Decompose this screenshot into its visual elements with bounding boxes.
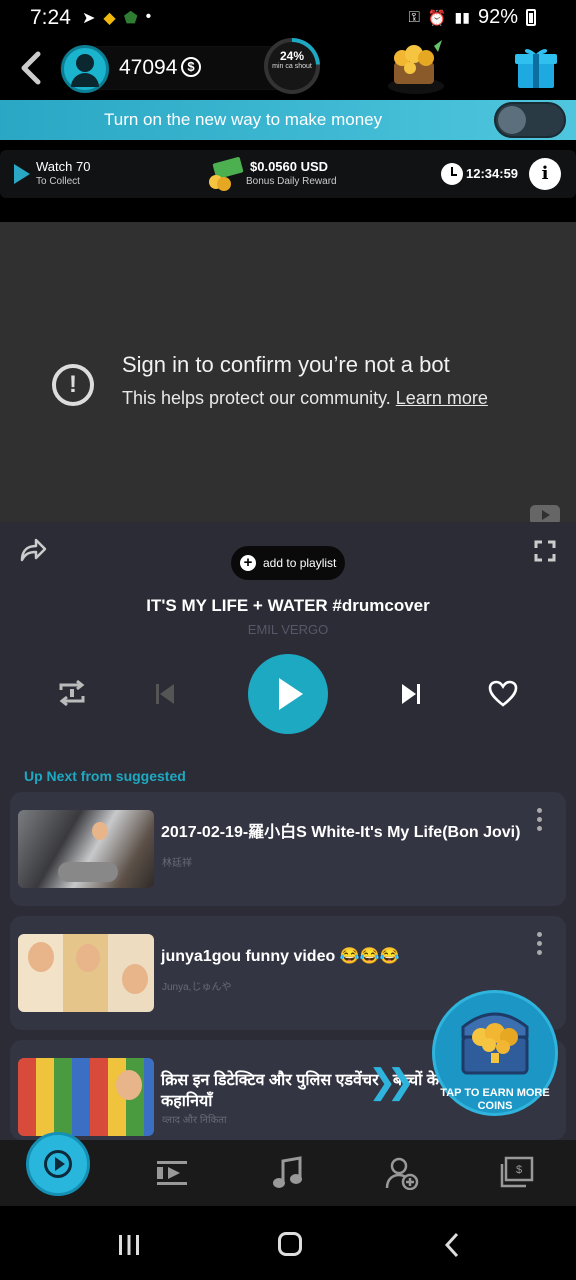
music-note-icon — [273, 1156, 302, 1188]
share-icon[interactable] — [18, 536, 48, 564]
nav-videos[interactable] — [154, 1156, 190, 1190]
chevron-left-icon — [21, 51, 41, 85]
more-options-icon[interactable] — [534, 932, 544, 958]
battery-text: 92% — [477, 6, 518, 28]
nav-player[interactable] — [26, 1132, 90, 1196]
like-button[interactable] — [488, 680, 518, 708]
watch-count: Watch 70 — [36, 159, 91, 174]
make-money-banner[interactable]: Turn on the new way to make money — [0, 100, 576, 140]
play-small-icon — [14, 164, 30, 184]
add-to-playlist-label: add to playlist — [263, 556, 337, 570]
avatar[interactable] — [61, 45, 109, 93]
key-icon: ⚿ — [408, 9, 420, 26]
gift-icon[interactable] — [512, 42, 560, 92]
bonus-label: Bonus Daily Reward — [246, 176, 337, 187]
video-title: junya1gou funny video 😂😂😂 — [161, 948, 400, 965]
list-item[interactable]: 2017-02-19-羅小白S White-It's My Life(Bon J… — [10, 792, 566, 906]
previous-icon — [156, 684, 174, 704]
cashout-percent: 24% — [279, 49, 305, 63]
dot-icon: • — [145, 8, 152, 25]
battery-icon — [526, 9, 536, 26]
video-channel: 林廷祥 — [162, 858, 192, 869]
banner-text: Turn on the new way to make money — [104, 110, 383, 129]
nav-music[interactable] — [270, 1156, 306, 1190]
chevron-left-icon — [444, 1232, 459, 1258]
telegram-icon: ➤ — [82, 10, 96, 27]
nav-cashout[interactable]: $ — [500, 1156, 536, 1190]
add-user-icon — [385, 1157, 419, 1191]
status-right: ⚿ ⏰ ▮▮ 92% — [408, 6, 536, 29]
signin-subtitle-text: This helps protect our community. — [122, 388, 391, 408]
tap-to-earn-label: TAP TO EARN MORE COINS — [440, 1087, 550, 1112]
nav-add-friend[interactable] — [384, 1156, 420, 1191]
watch-sub: To Collect — [36, 176, 80, 187]
video-player[interactable]: ! Sign in to confirm you’re not a bot Th… — [0, 222, 576, 525]
next-button[interactable] — [400, 682, 422, 706]
svg-text:$: $ — [516, 1164, 522, 1176]
song-title: IT'S MY LIFE + WATER #drumcover — [146, 596, 430, 615]
clock-icon — [441, 163, 463, 185]
video-thumbnail — [18, 1058, 154, 1136]
recent-apps-icon — [119, 1235, 139, 1255]
binance-icon: ◆ — [103, 10, 116, 27]
cashout-progress-inner: 24% min ca shout — [268, 42, 316, 90]
top-bar: 47094 $ 24% min ca shout — [0, 38, 576, 100]
recent-apps-button[interactable] — [118, 1234, 140, 1256]
video-channel: Junya,じゅんや — [162, 982, 232, 993]
video-list-icon — [157, 1161, 187, 1185]
tap-to-earn-button[interactable]: TAP TO EARN MORE COINS — [432, 990, 558, 1116]
video-thumbnail — [18, 934, 154, 1012]
treasure-chest-icon — [461, 1012, 529, 1075]
more-options-icon[interactable] — [534, 808, 544, 834]
status-bar: 7:24 ➤ ◆ ⬟ • ⚿ ⏰ ▮▮ 92% — [0, 0, 576, 38]
arrows-icon: ❯❯ — [368, 1063, 415, 1101]
bottom-nav: $ — [0, 1132, 576, 1206]
signal-icon: ▮▮ — [454, 9, 470, 25]
learn-more-link[interactable]: Learn more — [396, 388, 488, 408]
plus-icon: + — [240, 555, 256, 571]
repeat-icon — [59, 679, 85, 707]
play-circle-icon — [44, 1150, 72, 1178]
cash-icon: $ — [500, 1156, 534, 1188]
warning-icon: ! — [52, 364, 94, 406]
coin-value: 47094 — [119, 56, 178, 79]
make-money-toggle[interactable] — [494, 102, 566, 138]
fullscreen-icon[interactable] — [534, 540, 556, 562]
video-thumbnail — [18, 810, 154, 888]
dollar-icon: $ — [181, 57, 201, 77]
back-button[interactable] — [16, 50, 46, 86]
signin-subtitle: This helps protect our community. Learn … — [122, 388, 488, 409]
status-time: 7:24 — [30, 6, 71, 29]
info-button[interactable]: i — [529, 158, 561, 190]
play-button[interactable] — [248, 654, 328, 734]
cashout-label: min ca shout — [272, 63, 312, 70]
treasure-chest-icon[interactable] — [384, 38, 448, 96]
shield-icon: ⬟ — [123, 10, 138, 27]
bonus-amount: $0.0560 USD — [250, 159, 329, 174]
add-to-playlist-button[interactable]: + add to playlist — [231, 546, 345, 580]
cashout-progress[interactable]: 24% min ca shout — [264, 38, 320, 94]
up-next-heading: Up Next from suggested — [24, 768, 186, 784]
reward-bar: Watch 70 To Collect $0.0560 USD Bonus Da… — [0, 150, 576, 198]
signin-title: Sign in to confirm you’re not a bot — [122, 352, 450, 377]
system-back-button[interactable] — [444, 1232, 460, 1258]
repeat-one-button[interactable] — [56, 678, 88, 708]
toggle-knob — [498, 106, 526, 134]
notification-icons: ➤ ◆ ⬟ • — [82, 8, 151, 28]
previous-button[interactable] — [154, 682, 176, 706]
next-icon — [402, 684, 420, 704]
alarm-icon: ⏰ — [427, 9, 447, 27]
video-channel: व्लाद और निकिता — [162, 1115, 227, 1126]
video-title: 2017-02-19-羅小白S White-It's My Life(Bon J… — [161, 824, 521, 841]
system-nav — [0, 1206, 576, 1280]
heart-icon — [488, 680, 518, 707]
song-artist: EMIL VERGO — [247, 622, 329, 637]
home-button[interactable] — [278, 1232, 302, 1256]
reward-timer: 12:34:59 — [466, 166, 519, 181]
money-icon — [206, 156, 244, 192]
